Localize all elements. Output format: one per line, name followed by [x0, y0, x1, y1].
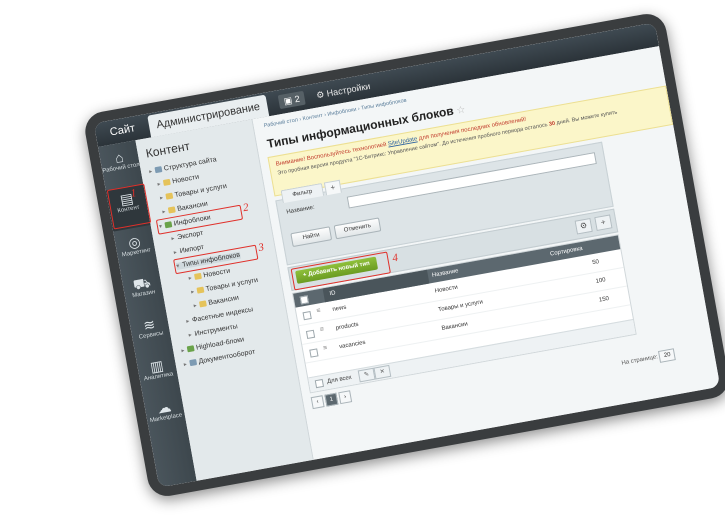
per-page-select[interactable]: 20	[658, 348, 677, 363]
folder-icon	[165, 192, 174, 200]
cell-name: Вакансии	[441, 321, 469, 332]
tree-item-label: Товары и услуги	[205, 276, 259, 294]
badge-count: 2	[293, 93, 301, 105]
per-page: На странице: 20	[621, 348, 679, 370]
row-menu-icon[interactable]: ≡	[316, 307, 321, 315]
folder-icon	[199, 300, 207, 308]
tree-item-export[interactable]: ▸ Экспорт	[171, 230, 204, 243]
prev-page-button[interactable]: ‹	[310, 395, 325, 410]
tree-item-label: Фасетные индексы	[191, 306, 254, 325]
stage: Сайт Администрирование ▣ 2 ⚙ Настройки ⌂…	[0, 0, 725, 529]
admin-screen: Сайт Администрирование ▣ 2 ⚙ Настройки ⌂…	[93, 22, 721, 488]
folder-icon	[162, 178, 171, 187]
tree-item-tools[interactable]: ▸ Инструменты	[188, 323, 238, 339]
highlight-box-content	[106, 183, 152, 230]
tree-item-label: Экспорт	[176, 229, 204, 242]
annotation-number: 3	[257, 241, 265, 255]
row-menu-icon[interactable]: ≡	[323, 345, 328, 353]
tree-item-type-vacancies[interactable]: ▸ Вакансии	[193, 295, 239, 310]
folder-icon	[167, 206, 176, 214]
cell-id: vacancies	[338, 339, 367, 351]
menu-services[interactable]: ≋ Сервисы	[129, 314, 170, 343]
content-area: Рабочий стол › Контент › Инфоблоки › Тип…	[252, 46, 721, 460]
filter-name-label: Название:	[286, 204, 316, 216]
folder-icon	[154, 166, 163, 174]
row-checkbox[interactable]	[302, 310, 312, 321]
folder-icon	[196, 286, 205, 294]
document-flow-icon	[189, 359, 198, 367]
row-checkbox[interactable]	[309, 348, 319, 358]
folder-icon	[194, 272, 202, 281]
select-all-checkbox[interactable]	[299, 295, 309, 305]
tree-title: Контент	[144, 138, 191, 161]
tree-item-site-structure[interactable]: ▸ Структура сайта	[149, 156, 218, 175]
cell-id: news	[332, 304, 347, 314]
settings-label: Настройки	[325, 80, 372, 99]
delete-icon[interactable]: ✕	[373, 364, 392, 380]
trial-text-end: дней. Вы можете купить	[554, 109, 618, 127]
menu-shop[interactable]: ⛟ Магазин	[122, 272, 163, 301]
page-1[interactable]: 1	[324, 392, 339, 407]
tree-item-label: Highload-блоки	[195, 336, 245, 352]
pagination: ‹ 1 ›	[310, 390, 354, 410]
tree-item-label: Документооборот	[198, 348, 256, 366]
tree-item-label: Новости	[171, 173, 200, 186]
tablet-frame: Сайт Администрирование ▣ 2 ⚙ Настройки ⌂…	[82, 10, 725, 500]
tree-item-label: Структура сайта	[163, 156, 218, 173]
highload-icon	[186, 345, 195, 353]
settings-icon[interactable]: ⚙	[574, 217, 593, 235]
tree-item-label: Товары и услуги	[174, 182, 228, 200]
annotation-number: 4	[391, 251, 399, 265]
menu-marketing[interactable]: ◎ Маркетинг	[114, 231, 155, 260]
tree-item-label: Новости	[202, 267, 231, 280]
cell-sort: 150	[598, 295, 610, 304]
star-icon[interactable]: ☆	[456, 104, 467, 116]
cancel-button[interactable]: Отменить	[333, 217, 382, 240]
annotation-number: 2	[242, 201, 250, 215]
row-checkbox[interactable]	[305, 329, 316, 339]
per-page-label: На странице:	[621, 354, 659, 367]
for-all-label: Для всех	[326, 374, 353, 386]
cell-sort: 50	[591, 259, 600, 267]
plus-icon[interactable]: +	[594, 214, 613, 232]
cell-sort: 100	[595, 277, 607, 285]
next-page-button[interactable]: ›	[338, 390, 353, 405]
tree-item-label: Вакансии	[207, 294, 240, 307]
add-filter-tab[interactable]: +	[323, 179, 342, 196]
find-button[interactable]: Найти	[290, 226, 333, 248]
for-all-checkbox[interactable]	[314, 378, 325, 389]
row-menu-icon[interactable]: ≡	[319, 326, 324, 334]
tree-item-label: Инструменты	[194, 323, 239, 338]
menu-marketplace[interactable]: ☁ Marketplace	[144, 396, 185, 425]
menu-analytics[interactable]: ▥ Аналитика	[137, 355, 178, 384]
notifications-badge[interactable]: ▣ 2	[277, 90, 306, 110]
menu-desktop[interactable]: ⌂ Рабочий стол	[99, 146, 140, 175]
tree-item-news[interactable]: ▸ Новости	[157, 174, 200, 188]
